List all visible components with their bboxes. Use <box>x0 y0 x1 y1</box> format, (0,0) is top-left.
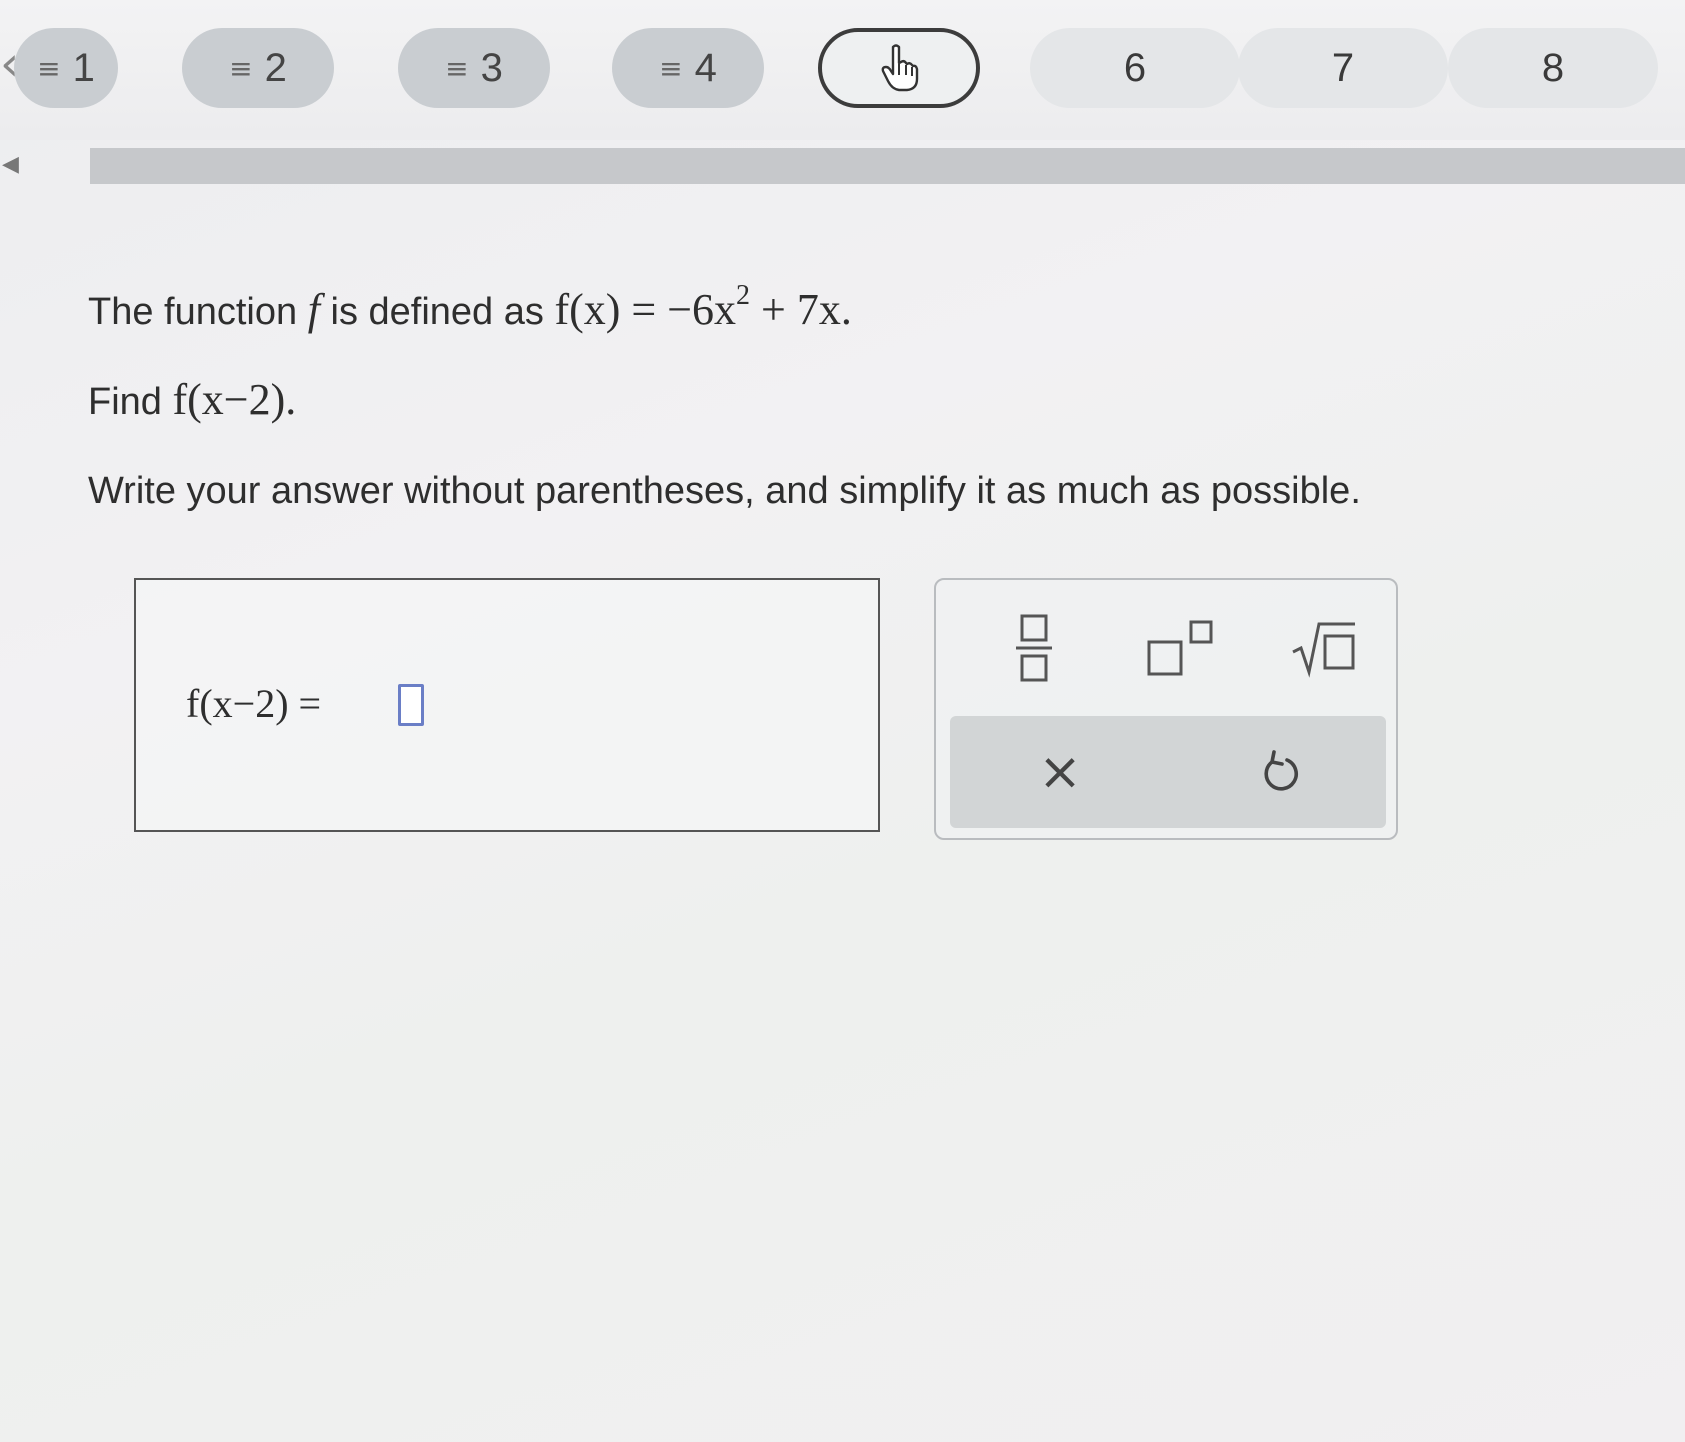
clear-button[interactable]: × <box>1010 726 1110 818</box>
question-number: 1 <box>72 45 95 90</box>
question-pill-current[interactable] <box>818 28 980 108</box>
question-pill-7[interactable]: 7 <box>1238 28 1448 108</box>
function-definition: f(x) = −6x2 + 7x. <box>554 280 852 334</box>
find-prefix: Find <box>88 381 162 423</box>
problem-instruction: Write your answer without parentheses, a… <box>88 470 1361 512</box>
question-pill-8[interactable]: 8 <box>1448 28 1658 108</box>
question-header-bar <box>90 148 1685 184</box>
question-number: 7 <box>1331 45 1355 90</box>
undo-button[interactable] <box>1230 726 1330 818</box>
definition-exponent: 2 <box>736 280 751 311</box>
question-pill-3[interactable]: ≡ 3 <box>398 28 550 108</box>
question-pill-4[interactable]: ≡ 4 <box>612 28 764 108</box>
problem-find: Find f(x−2). <box>88 374 296 425</box>
question-number: 2 <box>264 45 287 90</box>
question-pill-1[interactable]: ≡ 1 <box>14 28 118 108</box>
nav-prev-arrow-icon[interactable]: ‹ <box>0 34 19 94</box>
toolbar-action-row: × <box>950 716 1386 828</box>
answer-lhs: f(x−2) = <box>186 681 322 726</box>
problem-definition: The function f is defined as f(x) = −6x2… <box>88 280 852 335</box>
square-root-icon <box>1292 622 1355 678</box>
function-name: f <box>307 285 320 334</box>
collapse-arrow-icon[interactable]: ◀ <box>2 152 19 177</box>
definition-rhs: + 7x. <box>750 285 852 334</box>
question-number: 8 <box>1541 45 1565 90</box>
question-pill-6[interactable]: 6 <box>1030 28 1240 108</box>
find-expression: f(x−2). <box>172 375 297 424</box>
exponent-button[interactable] <box>1126 602 1236 694</box>
clear-icon: × <box>1038 742 1082 802</box>
math-toolbar: × <box>934 578 1398 840</box>
question-pill-2[interactable]: ≡ 2 <box>182 28 334 108</box>
answered-icon: ≡ <box>229 51 253 85</box>
answered-icon: ≡ <box>445 51 469 85</box>
fraction-icon <box>1016 614 1052 682</box>
question-number: 3 <box>480 45 503 90</box>
question-number: 4 <box>694 45 717 90</box>
fraction-button[interactable] <box>992 602 1076 694</box>
hand-pointer-icon <box>881 44 919 92</box>
answer-input[interactable] <box>398 684 424 726</box>
intro-mid: is defined as <box>330 291 544 333</box>
exponent-icon <box>1147 620 1213 676</box>
question-number: 6 <box>1123 45 1147 90</box>
intro-prefix: The function <box>88 291 298 333</box>
undo-icon <box>1264 750 1298 791</box>
definition-lhs: f(x) = −6x <box>554 285 737 334</box>
answered-icon: ≡ <box>37 51 61 85</box>
square-root-button[interactable] <box>1276 602 1372 694</box>
question-navigation: ‹ ≡ 1 ≡ 2 ≡ 3 ≡ 4 6 7 8 <box>0 0 1685 140</box>
answered-icon: ≡ <box>659 51 683 85</box>
answer-area: f(x−2) = <box>134 578 880 832</box>
